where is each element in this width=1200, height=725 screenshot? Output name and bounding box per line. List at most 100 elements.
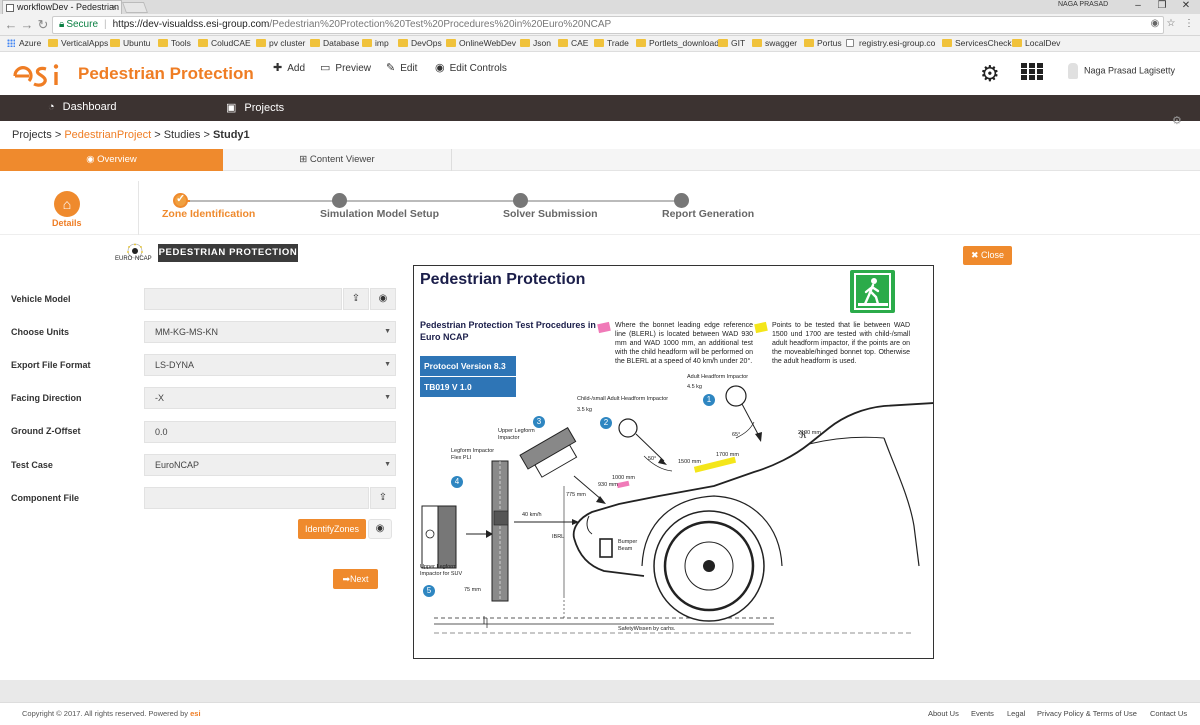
bookmark-folder[interactable]: Trade (594, 38, 629, 49)
bookmark-label: registry.esi-group.co (859, 38, 936, 48)
d2100-label: 2100 mm (798, 430, 821, 436)
maximize-icon[interactable]: ❐ (1152, 0, 1172, 12)
extension-icon[interactable]: ◉ (1150, 19, 1160, 29)
bookmark-label: Portus (817, 38, 842, 48)
details-home-button[interactable]: ⌂ (54, 191, 80, 217)
view-zones-button[interactable]: ◉ (368, 519, 392, 539)
facing-direction-select[interactable]: -X ▼ (144, 387, 396, 409)
browser-menu-icon[interactable]: ⋮ (1184, 19, 1194, 29)
close-button[interactable]: ✖ Close (963, 246, 1012, 265)
bookmark-folder[interactable]: LocalDev (1012, 38, 1060, 49)
component-file-input[interactable] (144, 487, 369, 509)
footer-link-contact[interactable]: Contact Us (1150, 709, 1187, 718)
app-header: Pedestrian Protection ✚ Add ▭ Preview ✎ Edi… (0, 53, 1200, 95)
bookmark-page[interactable]: registry.esi-group.co (846, 38, 935, 49)
bookmark-folder[interactable]: pv cluster (256, 38, 305, 49)
bookmark-star-icon[interactable]: ☆ (1166, 19, 1176, 29)
bookmark-label: Portlets_download (649, 38, 719, 48)
bookmark-folder[interactable]: ServicesCheck (942, 38, 1012, 49)
breadcrumb-studies[interactable]: Studies (164, 129, 201, 141)
page-settings-icon[interactable]: ⚙ (1172, 114, 1182, 127)
d1500-label: 1500 mm (678, 459, 701, 465)
back-arrow-icon[interactable]: ← (4, 17, 18, 32)
forward-arrow-icon[interactable]: → (20, 17, 34, 32)
bookmark-folder[interactable]: ColudCAE (198, 38, 251, 49)
test-case-value: EuroNCAP (155, 460, 200, 470)
step-dot-report-generation[interactable] (674, 193, 689, 208)
step-dot-zone-identification[interactable] (173, 192, 188, 208)
bookmark-folder[interactable]: swagger (752, 38, 797, 49)
upper-leg-suv-label: Upper Legform Impactor for SUV (420, 564, 463, 577)
tab-overview[interactable]: ◉ Overview (0, 149, 223, 171)
choose-units-select[interactable]: MM-KG-MS-KN ▼ (144, 321, 396, 343)
briefcase-icon: ▣ (226, 102, 237, 114)
pencil-icon: ✎ (386, 62, 396, 74)
test-case-select[interactable]: EuroNCAP ▼ (144, 454, 396, 476)
next-button[interactable]: ➡Next (333, 569, 378, 589)
bookmark-apps[interactable]: Azure (6, 38, 41, 49)
apps-grid-icon[interactable] (1021, 63, 1043, 81)
reload-icon[interactable]: ↻ (36, 17, 50, 33)
upload-component-button[interactable]: ⇪ (370, 487, 396, 509)
edit-controls-button[interactable]: ◉ Edit Controls (435, 61, 507, 74)
footer-link-legal[interactable]: Legal (1007, 709, 1025, 718)
breadcrumb-separator: > (154, 129, 161, 141)
bookmark-label: Trade (607, 38, 629, 48)
breadcrumb: Projects > PedestrianProject > Studies >… (12, 129, 250, 141)
step-dot-solver-submission[interactable] (513, 193, 528, 208)
footer-link-about[interactable]: About Us (928, 709, 959, 718)
add-button[interactable]: ✚ Add (273, 61, 305, 74)
footer-link-privacy[interactable]: Privacy Policy & Terms of Use (1037, 709, 1137, 718)
copyright-text: Copyright © 2017. All rights reserved. P… (22, 709, 189, 718)
pedestrian-protection-document: Pedestrian Protection Pedestrian Protect… (413, 265, 934, 659)
bookmark-folder[interactable]: GIT (718, 38, 745, 49)
browser-tab[interactable]: workflowDev - Pedestrian × (2, 0, 122, 14)
vehicle-model-input[interactable] (144, 288, 342, 310)
dashboard-icon: ◔ (48, 101, 55, 113)
footer-link-events[interactable]: Events (971, 709, 994, 718)
url-input[interactable]: 🔒︎ Secure | https://dev-visualdss.esi-group… (52, 16, 1164, 34)
nav-dashboard[interactable]: ◔ Dashboard (48, 101, 116, 113)
breadcrumb-current: Study1 (212, 129, 250, 141)
breadcrumb-project[interactable]: PedestrianProject (64, 129, 151, 141)
settings-gear-icon[interactable]: ⚙ (980, 61, 1000, 87)
step-dot-simulation-model-setup[interactable] (332, 193, 347, 208)
bookmark-folder[interactable]: Portlets_download (636, 38, 719, 49)
breadcrumb-projects[interactable]: Projects (12, 129, 52, 141)
user-menu[interactable]: Naga Prasad Lagisetty (1068, 63, 1175, 79)
view-vehicle-button[interactable]: ◉ (370, 288, 396, 310)
url-separator: | (104, 19, 107, 30)
new-tab-button[interactable] (121, 2, 149, 13)
tab-close-icon[interactable]: × (112, 1, 117, 14)
bookmark-folder[interactable]: OnlineWebDev (446, 38, 516, 49)
lock-icon: 🔒︎ (59, 19, 65, 30)
nav-projects[interactable]: ▣ Projects (226, 101, 284, 114)
minimize-icon[interactable]: – (1128, 0, 1148, 12)
tab-content-viewer[interactable]: ⊞ Content Viewer (223, 149, 452, 171)
step-label-report-generation[interactable]: Report Generation (662, 208, 754, 220)
export-format-select[interactable]: LS-DYNA ▼ (144, 354, 396, 376)
bookmark-folder[interactable]: Tools (158, 38, 191, 49)
step-label-simulation-model-setup[interactable]: Simulation Model Setup (320, 208, 439, 220)
edit-button[interactable]: ✎ Edit (386, 61, 417, 74)
bookmark-folder[interactable]: CAE (558, 38, 588, 49)
identify-zones-button[interactable]: IdentifyZones (298, 519, 366, 539)
step-label-zone-identification[interactable]: Zone Identification (162, 208, 255, 220)
bookmark-folder[interactable]: Ubuntu (110, 38, 150, 49)
bookmark-folder[interactable]: Database (310, 38, 359, 49)
euroncap-line1: EURO (115, 256, 133, 262)
number-marker: 4 (451, 476, 463, 488)
bookmark-folder[interactable]: Portus (804, 38, 842, 49)
test-procedure-drawing: ℜ (421, 385, 933, 634)
view-tabs: ◉ Overview ⊞ Content Viewer (0, 149, 1200, 171)
bookmark-folder[interactable]: DevOps (398, 38, 442, 49)
bookmark-folder[interactable]: VerticalApps (48, 38, 108, 49)
window-close-icon[interactable]: ✕ (1176, 0, 1196, 12)
bookmark-folder[interactable]: imp (362, 38, 389, 49)
upload-vehicle-button[interactable]: ⇪ (343, 288, 369, 310)
ground-z-offset-input[interactable]: 0.0 (144, 421, 396, 443)
step-label-solver-submission[interactable]: Solver Submission (503, 208, 598, 220)
preview-button[interactable]: ▭ Preview (320, 61, 371, 74)
bookmark-folder[interactable]: Json (520, 38, 551, 49)
facing-direction-value: -X (155, 393, 164, 403)
